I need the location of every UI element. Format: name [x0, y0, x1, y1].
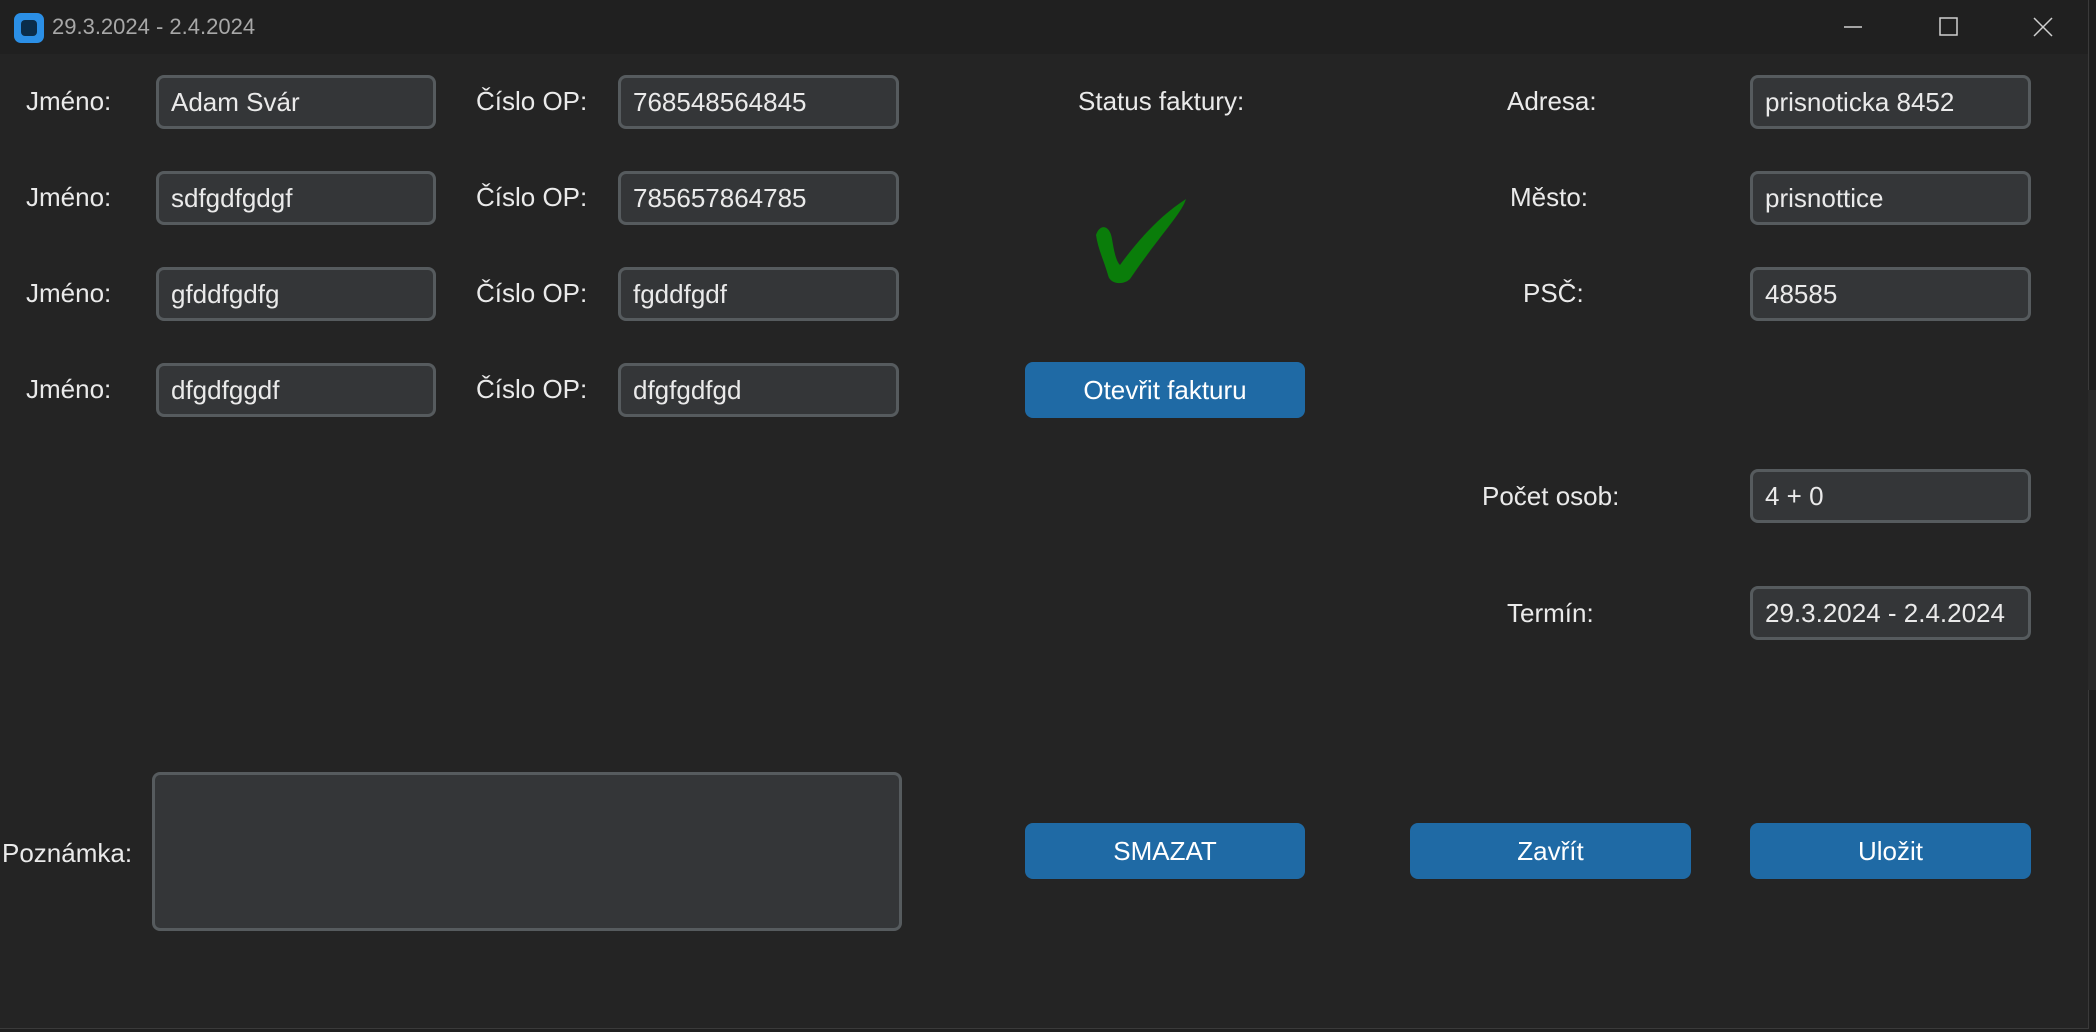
- term-field[interactable]: 29.3.2024 - 2.4.2024: [1750, 586, 2031, 640]
- window-title: 29.3.2024 - 2.4.2024: [52, 14, 256, 39]
- name-field-4[interactable]: dfgdfggdf: [156, 363, 436, 417]
- name-label: Jméno:: [26, 374, 112, 404]
- person-count-label: Počet osob:: [1482, 481, 1620, 511]
- app-window: 29.3.2024 - 2.4.2024 Jméno: Adam Svár Čí…: [0, 0, 2089, 1029]
- name-field-2[interactable]: sdfgdfgdgf: [156, 171, 436, 225]
- id-number-field-3[interactable]: fgddfgdf: [618, 267, 899, 321]
- title-bar[interactable]: 29.3.2024 - 2.4.2024: [0, 0, 2088, 54]
- note-textarea[interactable]: [152, 772, 902, 931]
- city-field[interactable]: prisnottice: [1750, 171, 2031, 225]
- address-label: Adresa:: [1507, 86, 1597, 116]
- name-field-3[interactable]: gfddfgdfg: [156, 267, 436, 321]
- zip-label: PSČ:: [1523, 278, 1584, 308]
- zip-field[interactable]: 48585: [1750, 267, 2031, 321]
- name-field-1[interactable]: Adam Svár: [156, 75, 436, 129]
- id-number-field-4[interactable]: dfgfgdfgd: [618, 363, 899, 417]
- term-label: Termín:: [1507, 598, 1594, 628]
- close-dialog-button[interactable]: Zavřít: [1410, 823, 1691, 879]
- address-field[interactable]: prisnoticka 8452: [1750, 75, 2031, 129]
- minimize-icon: [1844, 26, 1862, 28]
- maximize-button[interactable]: [1904, 0, 1994, 54]
- name-label: Jméno:: [26, 86, 112, 116]
- close-button[interactable]: [1998, 0, 2088, 54]
- city-label: Město:: [1510, 182, 1589, 212]
- maximize-icon: [1939, 17, 1958, 36]
- minimize-button[interactable]: [1808, 0, 1898, 54]
- id-number-label: Číslo OP:: [476, 374, 588, 404]
- window-edge: [2088, 390, 2096, 690]
- name-label: Jméno:: [26, 182, 112, 212]
- id-number-label: Číslo OP:: [476, 182, 588, 212]
- id-number-field-2[interactable]: 785657864785: [618, 171, 899, 225]
- note-label: Poznámka:: [2, 838, 133, 868]
- save-button[interactable]: Uložit: [1750, 823, 2031, 879]
- name-label: Jméno:: [26, 278, 112, 308]
- open-invoice-button[interactable]: Otevřit fakturu: [1025, 362, 1305, 418]
- app-icon: [14, 13, 44, 43]
- id-number-label: Číslo OP:: [476, 86, 588, 116]
- close-icon: [2033, 17, 2053, 37]
- id-number-label: Číslo OP:: [476, 278, 588, 308]
- person-count-field[interactable]: 4 + 0: [1750, 469, 2031, 523]
- invoice-status-label: Status faktury:: [1078, 86, 1245, 116]
- delete-button[interactable]: SMAZAT: [1025, 823, 1305, 879]
- checkmark-icon: [1096, 199, 1186, 284]
- id-number-field-1[interactable]: 768548564845: [618, 75, 899, 129]
